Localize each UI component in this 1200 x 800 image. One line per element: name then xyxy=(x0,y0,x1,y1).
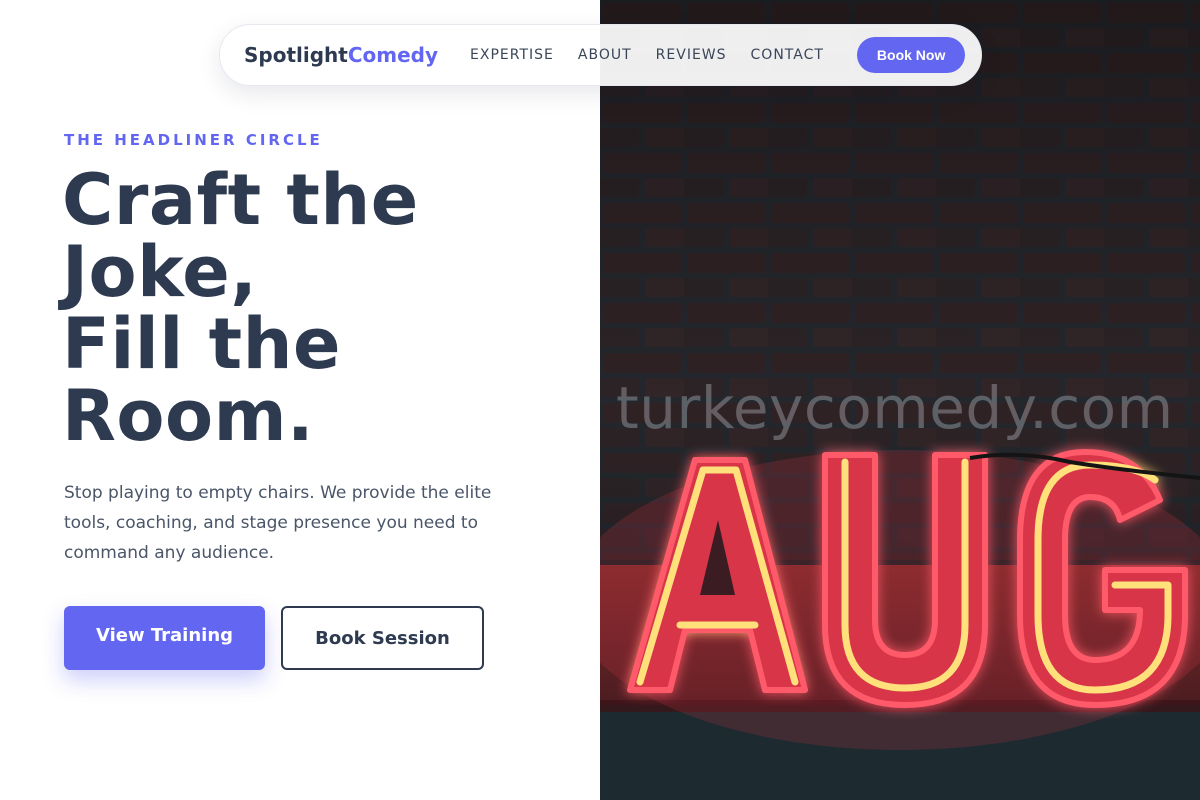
headline-line-1: Craft the xyxy=(62,159,419,241)
brand-logo[interactable]: SpotlightComedy xyxy=(244,43,438,67)
logo-accent: Comedy xyxy=(347,43,439,67)
book-session-button[interactable]: Book Session xyxy=(281,606,484,670)
book-now-button[interactable]: Book Now xyxy=(856,37,966,73)
headline-line-3: Fill the xyxy=(62,303,341,385)
hero-image: turkeycomedy.com xyxy=(600,0,1200,800)
nav-links: EXPERTISE ABOUT REVIEWS CONTACT xyxy=(470,47,824,63)
headline-line-4: Room. xyxy=(62,375,315,457)
watermark-text: turkeycomedy.com xyxy=(616,374,1174,442)
view-training-button[interactable]: View Training xyxy=(64,606,265,670)
top-nav: SpotlightComedy EXPERTISE ABOUT REVIEWS … xyxy=(219,24,982,86)
logo-primary: Spotlight xyxy=(244,43,348,67)
hero-subtext: Stop playing to empty chairs. We provide… xyxy=(64,483,492,563)
nav-link-contact[interactable]: CONTACT xyxy=(751,47,824,63)
nav-link-expertise[interactable]: EXPERTISE xyxy=(470,47,554,63)
hero-headline: Craft the Joke, Fill the Room. xyxy=(62,164,582,452)
hero-eyebrow: THE HEADLINER CIRCLE xyxy=(64,131,323,149)
nav-link-reviews[interactable]: REVIEWS xyxy=(656,47,727,63)
nav-link-about[interactable]: ABOUT xyxy=(578,47,632,63)
headline-line-2: Joke, xyxy=(62,231,258,313)
